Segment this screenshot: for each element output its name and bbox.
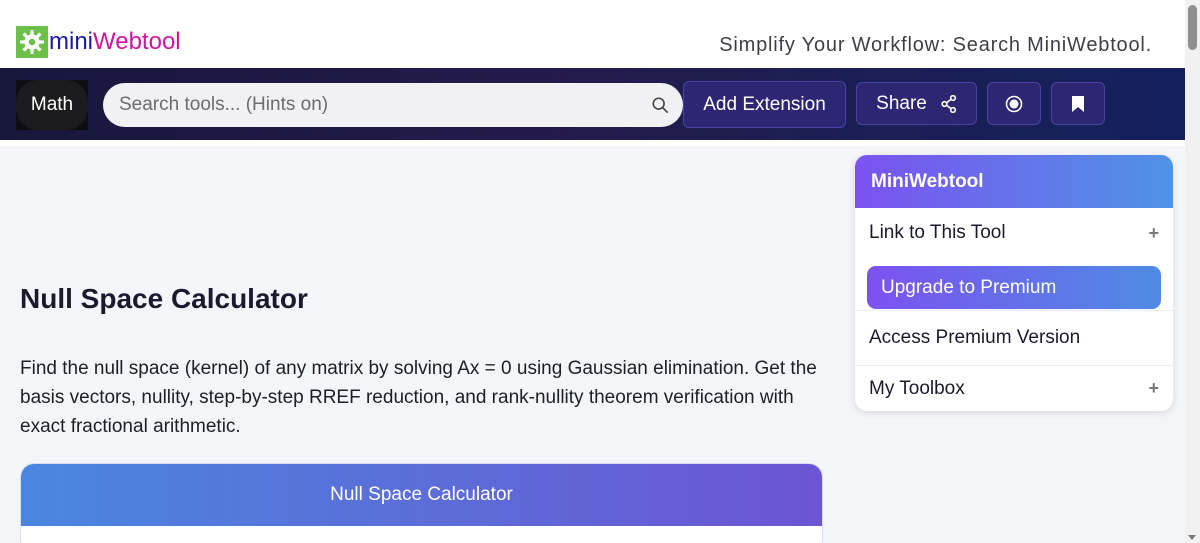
record-icon	[1005, 95, 1023, 112]
search-icon[interactable]	[651, 96, 669, 114]
top-header: miniWebtool Simplify Your Workflow: Sear…	[0, 0, 1185, 68]
header-divider	[0, 140, 1185, 146]
sidebar-panel: MiniWebtool Link to This Tool + Upgrade …	[855, 155, 1173, 411]
record-button[interactable]	[987, 82, 1041, 125]
calculator-card: Null Space Calculator	[20, 463, 823, 543]
vertical-scrollbar[interactable]	[1185, 0, 1200, 543]
scrollbar-thumb[interactable]	[1188, 5, 1197, 50]
calculator-header: Null Space Calculator	[21, 464, 822, 526]
sidebar-header: MiniWebtool	[855, 155, 1173, 208]
upgrade-premium-button[interactable]: Upgrade to Premium	[867, 266, 1161, 309]
add-extension-label: Add Extension	[703, 93, 826, 115]
logo-text-webtool: Webtool	[93, 28, 181, 55]
math-button-label: Math	[30, 94, 74, 115]
share-label: Share	[876, 92, 927, 114]
math-category-button[interactable]: Math	[16, 80, 88, 130]
logo-text-mini: mini	[49, 28, 94, 55]
bookmark-button[interactable]	[1051, 82, 1105, 125]
logo-text: miniWebtool	[49, 26, 181, 58]
gear-icon	[16, 26, 48, 58]
share-icon	[941, 94, 956, 113]
my-toolbox-item[interactable]: My Toolbox +	[855, 365, 1173, 411]
search-box	[103, 83, 683, 127]
nav-bar: Math Add Extension Share	[0, 68, 1185, 140]
page-description: Find the null space (kernel) of any matr…	[20, 358, 817, 437]
tagline: Simplify Your Workflow: Search MiniWebto…	[719, 34, 1152, 56]
link-to-tool-label: Link to This Tool	[869, 222, 1006, 243]
bookmark-icon	[1072, 95, 1084, 112]
search-input[interactable]	[103, 83, 623, 127]
page-title: Null Space Calculator	[20, 283, 308, 314]
access-premium-item[interactable]: Access Premium Version	[855, 310, 1173, 365]
expand-plus-icon[interactable]: +	[1148, 378, 1159, 399]
upgrade-premium-label: Upgrade to Premium	[881, 276, 1057, 298]
site-logo[interactable]: miniWebtool	[16, 26, 181, 58]
my-toolbox-label: My Toolbox	[869, 377, 965, 399]
expand-plus-icon[interactable]: +	[1148, 223, 1159, 244]
add-extension-button[interactable]: Add Extension	[683, 81, 846, 128]
link-to-tool-item[interactable]: Link to This Tool +	[855, 208, 1173, 258]
scroll-down-arrow-icon[interactable]	[1188, 535, 1196, 540]
share-button[interactable]: Share	[856, 82, 977, 125]
access-premium-label: Access Premium Version	[869, 327, 1081, 348]
